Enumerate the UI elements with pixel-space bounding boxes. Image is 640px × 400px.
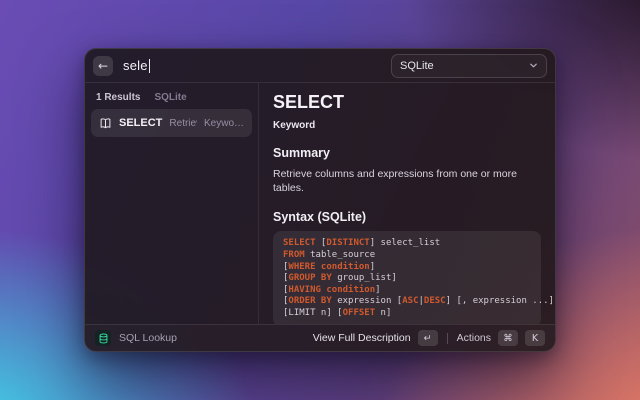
result-accessory: Keywo…: [204, 118, 244, 129]
code-line: [WHERE condition]: [283, 262, 531, 274]
results-section-label: SQLite: [154, 92, 186, 103]
code-keyword: HAVING condition: [288, 285, 375, 295]
results-sidebar: 1 Results SQLite SELECT Retrieve colu… K…: [85, 83, 259, 324]
code-text: ] [, expression ...]]: [446, 296, 555, 306]
detail-kind-label: Keyword: [273, 120, 541, 131]
open-book-icon: [99, 117, 112, 130]
footer-divider: [447, 333, 448, 344]
search-input[interactable]: sele: [123, 58, 150, 73]
result-row-select[interactable]: SELECT Retrieve colu… Keywo…: [91, 109, 252, 137]
return-key-badge[interactable]: ↵: [418, 330, 438, 346]
results-list: SELECT Retrieve colu… Keywo…: [85, 106, 258, 140]
code-line: FROM table_source: [283, 250, 531, 262]
code-keyword: OFFSET: [343, 308, 376, 318]
code-line: [HAVING condition]: [283, 285, 531, 297]
code-keyword: SELECT: [283, 238, 316, 248]
view-full-description-button[interactable]: View Full Description: [313, 332, 411, 344]
result-title: SELECT: [119, 117, 162, 129]
result-subtitle: Retrieve colu…: [169, 118, 197, 129]
code-text: n]: [375, 308, 391, 318]
code-text: table_source: [305, 250, 375, 260]
results-count-label: 1 Results: [96, 92, 140, 103]
code-keyword: GROUP BY: [288, 273, 331, 283]
code-text: group_list]: [332, 273, 397, 283]
back-arrow-icon: ←: [98, 59, 108, 73]
language-dropdown-value: SQLite: [400, 60, 434, 72]
results-header: 1 Results SQLite: [85, 88, 258, 106]
sql-lookup-app-icon: [95, 330, 111, 346]
k-key-badge[interactable]: K: [525, 330, 545, 346]
search-query-text: sele: [123, 58, 148, 73]
back-button[interactable]: ←: [93, 56, 113, 76]
action-bar: SQL Lookup View Full Description ↵ Actio…: [85, 324, 555, 351]
code-line: [GROUP BY group_list]: [283, 273, 531, 285]
code-text: expression [: [332, 296, 402, 306]
code-text: ] select_list: [370, 238, 440, 248]
summary-heading: Summary: [273, 146, 541, 160]
code-line: SELECT [DISTINCT] select_list: [283, 238, 531, 250]
text-caret: [149, 59, 151, 73]
detail-panel: SELECT Keyword Summary Retrieve columns …: [259, 83, 555, 324]
syntax-code-block: SELECT [DISTINCT] select_listFROM table_…: [273, 231, 541, 324]
main-content: 1 Results SQLite SELECT Retrieve colu… K…: [85, 83, 555, 324]
detail-title: SELECT: [273, 92, 541, 113]
code-keyword: FROM: [283, 250, 305, 260]
search-bar: ← sele SQLite: [85, 49, 555, 83]
code-keyword: WHERE condition: [288, 262, 369, 272]
actions-button[interactable]: Actions: [457, 332, 491, 344]
code-line: [LIMIT n] [OFFSET n]: [283, 308, 531, 320]
chevron-down-icon: [529, 61, 538, 70]
command-key-badge[interactable]: ⌘: [498, 330, 518, 346]
code-text: ]: [375, 285, 380, 295]
code-keyword: ORDER BY: [288, 296, 331, 306]
code-keyword: DESC: [424, 296, 446, 306]
code-keyword: ASC: [402, 296, 418, 306]
code-text: [LIMIT n] [: [283, 308, 343, 318]
app-name-label: SQL Lookup: [119, 332, 177, 344]
code-text: ]: [370, 262, 375, 272]
syntax-heading: Syntax (SQLite): [273, 210, 541, 224]
footer-actions: View Full Description ↵ Actions ⌘ K: [313, 330, 545, 346]
code-text: [: [316, 238, 327, 248]
language-dropdown[interactable]: SQLite: [391, 54, 547, 78]
code-line: [ORDER BY expression [ASC|DESC] [, expre…: [283, 296, 531, 308]
code-keyword: DISTINCT: [326, 238, 369, 248]
launcher-window: ← sele SQLite 1 Results SQLite: [84, 48, 556, 352]
summary-text: Retrieve columns and expressions from on…: [273, 167, 541, 195]
